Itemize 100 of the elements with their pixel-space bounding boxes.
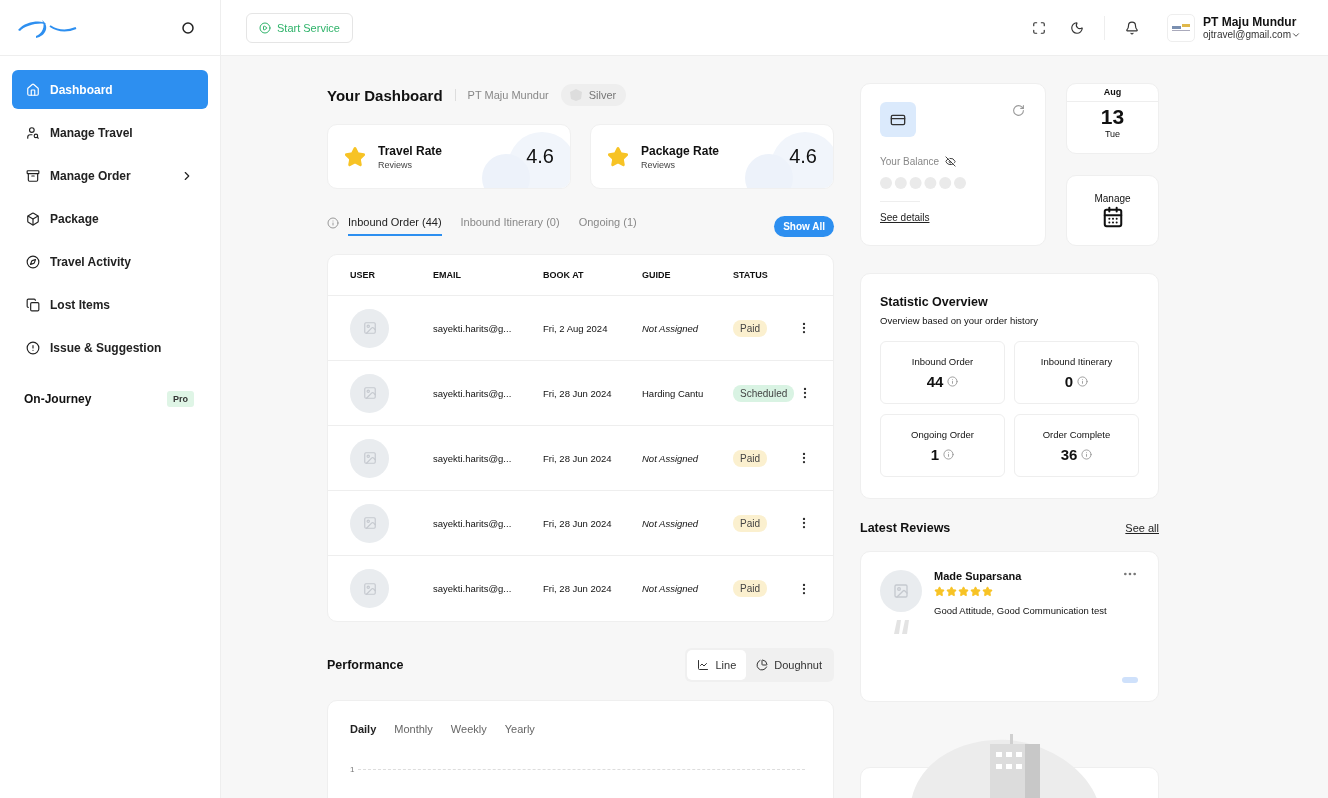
star-icon: [607, 145, 629, 168]
logo-icon: [1172, 23, 1191, 32]
table-cell-text: Not Assigned: [642, 517, 700, 529]
star-icon: [982, 586, 993, 597]
weekday-label: Tue: [1104, 129, 1121, 139]
info-icon: [947, 375, 959, 387]
pro-badge: Pro: [167, 391, 194, 407]
stat-label: Ongoing Order: [911, 428, 974, 440]
table-cell-text: Fri, 2 Aug 2024: [543, 322, 609, 334]
nav-icon: [26, 211, 40, 226]
sidebar-item[interactable]: Manage Travel: [12, 113, 208, 152]
star-icon: [970, 586, 981, 597]
sidebar-item[interactable]: Lost Items: [12, 285, 208, 324]
status-badge: Scheduled: [733, 384, 795, 402]
table-cell-text: sayekti.harits@g...: [433, 517, 513, 529]
play-icon: [259, 21, 271, 34]
star-icon: [946, 586, 957, 597]
column-header: GUIDE: [642, 270, 672, 280]
image-icon: [893, 583, 909, 599]
star-icon: [344, 145, 366, 168]
info-icon: [943, 448, 955, 460]
card-icon: [880, 102, 916, 137]
fullscreen-icon: [1032, 20, 1047, 35]
tab[interactable]: Inbound Order (44): [348, 216, 442, 236]
circle-icon[interactable]: [182, 21, 194, 34]
see-details-link[interactable]: See details: [880, 212, 1026, 223]
refresh-icon[interactable]: [1012, 104, 1025, 117]
card-subtitle: Overview based on your order history: [880, 315, 1039, 326]
star-icon: [934, 586, 945, 597]
axis-tick: 1: [350, 765, 355, 774]
rate-subtitle: Reviews: [378, 159, 413, 170]
page-title: Your Dashboard: [327, 86, 443, 104]
calendar-icon: [1101, 206, 1124, 228]
period-tab[interactable]: Monthly: [394, 723, 433, 735]
balance-label: Your Balance: [880, 156, 940, 167]
info-icon: [1077, 375, 1089, 387]
table-cell-text: Not Assigned: [642, 452, 700, 464]
stat-label: Inbound Itinerary: [1040, 355, 1113, 367]
column-header: USER: [350, 270, 376, 280]
image-icon: [362, 516, 377, 530]
sidebar-item[interactable]: Travel Activity: [12, 242, 208, 281]
card-title: Statistic Overview: [880, 295, 989, 309]
period-tab[interactable]: Yearly: [504, 723, 535, 735]
day-number: 13: [1100, 105, 1125, 129]
table-cell-text: sayekti.harits@g...: [433, 387, 513, 399]
period-tab[interactable]: Daily: [350, 723, 377, 735]
sidebar-item[interactable]: Manage Order: [12, 156, 208, 195]
info-icon: [1081, 448, 1093, 460]
section-title: Latest Reviews: [860, 521, 951, 535]
manage-button[interactable]: Manage: [1066, 175, 1159, 246]
table-cell-text: Fri, 28 Jun 2024: [543, 517, 613, 529]
table-cell-text: Harding Cantu: [642, 387, 705, 399]
eye-off-icon[interactable]: [945, 156, 957, 167]
status-badge: Paid: [733, 580, 767, 597]
sidebar-item[interactable]: Issue & Suggestion: [12, 328, 208, 367]
pie-chart-icon: [756, 659, 769, 671]
image-icon: [362, 386, 377, 400]
rate-value: 4.6: [789, 145, 817, 168]
user-name: PT Maju Mundur: [1203, 15, 1298, 29]
nav-icon: [26, 254, 40, 269]
star-icon: [958, 586, 969, 597]
quote-icon: [891, 618, 911, 634]
column-header: EMAIL: [433, 270, 462, 280]
stat-value: 44: [926, 372, 944, 390]
status-badge: Paid: [733, 449, 767, 467]
rate-title: Travel Rate: [378, 143, 443, 158]
column-header: BOOK AT: [543, 270, 585, 280]
table-cell-text: Not Assigned: [642, 583, 700, 594]
tier-badge: Silver: [560, 84, 627, 106]
stat-value: 0: [1064, 372, 1074, 390]
nav-icon: [26, 297, 40, 312]
company-name: PT Maju Mundur: [454, 89, 549, 101]
stat-value: 36: [1060, 445, 1078, 463]
info-icon: [327, 217, 339, 229]
moon-icon: [1070, 20, 1085, 35]
section-title: Performance: [327, 658, 404, 672]
tab[interactable]: Inbound Itinerary (0): [460, 216, 560, 236]
table-cell-text: Fri, 28 Jun 2024: [543, 387, 613, 399]
status-badge: Paid: [733, 319, 767, 337]
rate-subtitle: Reviews: [641, 159, 676, 170]
table-cell-text: sayekti.harits@g...: [433, 322, 513, 334]
line-chart-icon: [697, 659, 710, 671]
chart-type-button[interactable]: Doughnut: [746, 650, 832, 680]
stat-value: 1: [930, 445, 940, 463]
table-cell-text: Fri, 28 Jun 2024: [543, 583, 613, 594]
month-label: Aug: [1067, 84, 1158, 102]
chart-type-button[interactable]: Line: [687, 650, 747, 680]
table-cell-text: Fri, 28 Jun 2024: [543, 452, 613, 464]
sidebar-item[interactable]: Package: [12, 199, 208, 238]
stat-label: Order Complete: [1042, 428, 1111, 440]
period-tab[interactable]: Weekly: [450, 723, 487, 735]
see-all-link[interactable]: See all: [1125, 522, 1159, 534]
reviewer-name: Made Suparsana: [934, 570, 1022, 582]
image-icon: [362, 321, 377, 335]
table-cell-text: sayekti.harits@g...: [433, 452, 513, 464]
review-text: Good Attitude, Good Communication test: [934, 605, 1108, 616]
bell-icon: [1125, 20, 1140, 35]
table-cell-text: Not Assigned: [642, 322, 700, 334]
nav-icon: [26, 340, 40, 355]
nav-icon: [26, 125, 40, 140]
